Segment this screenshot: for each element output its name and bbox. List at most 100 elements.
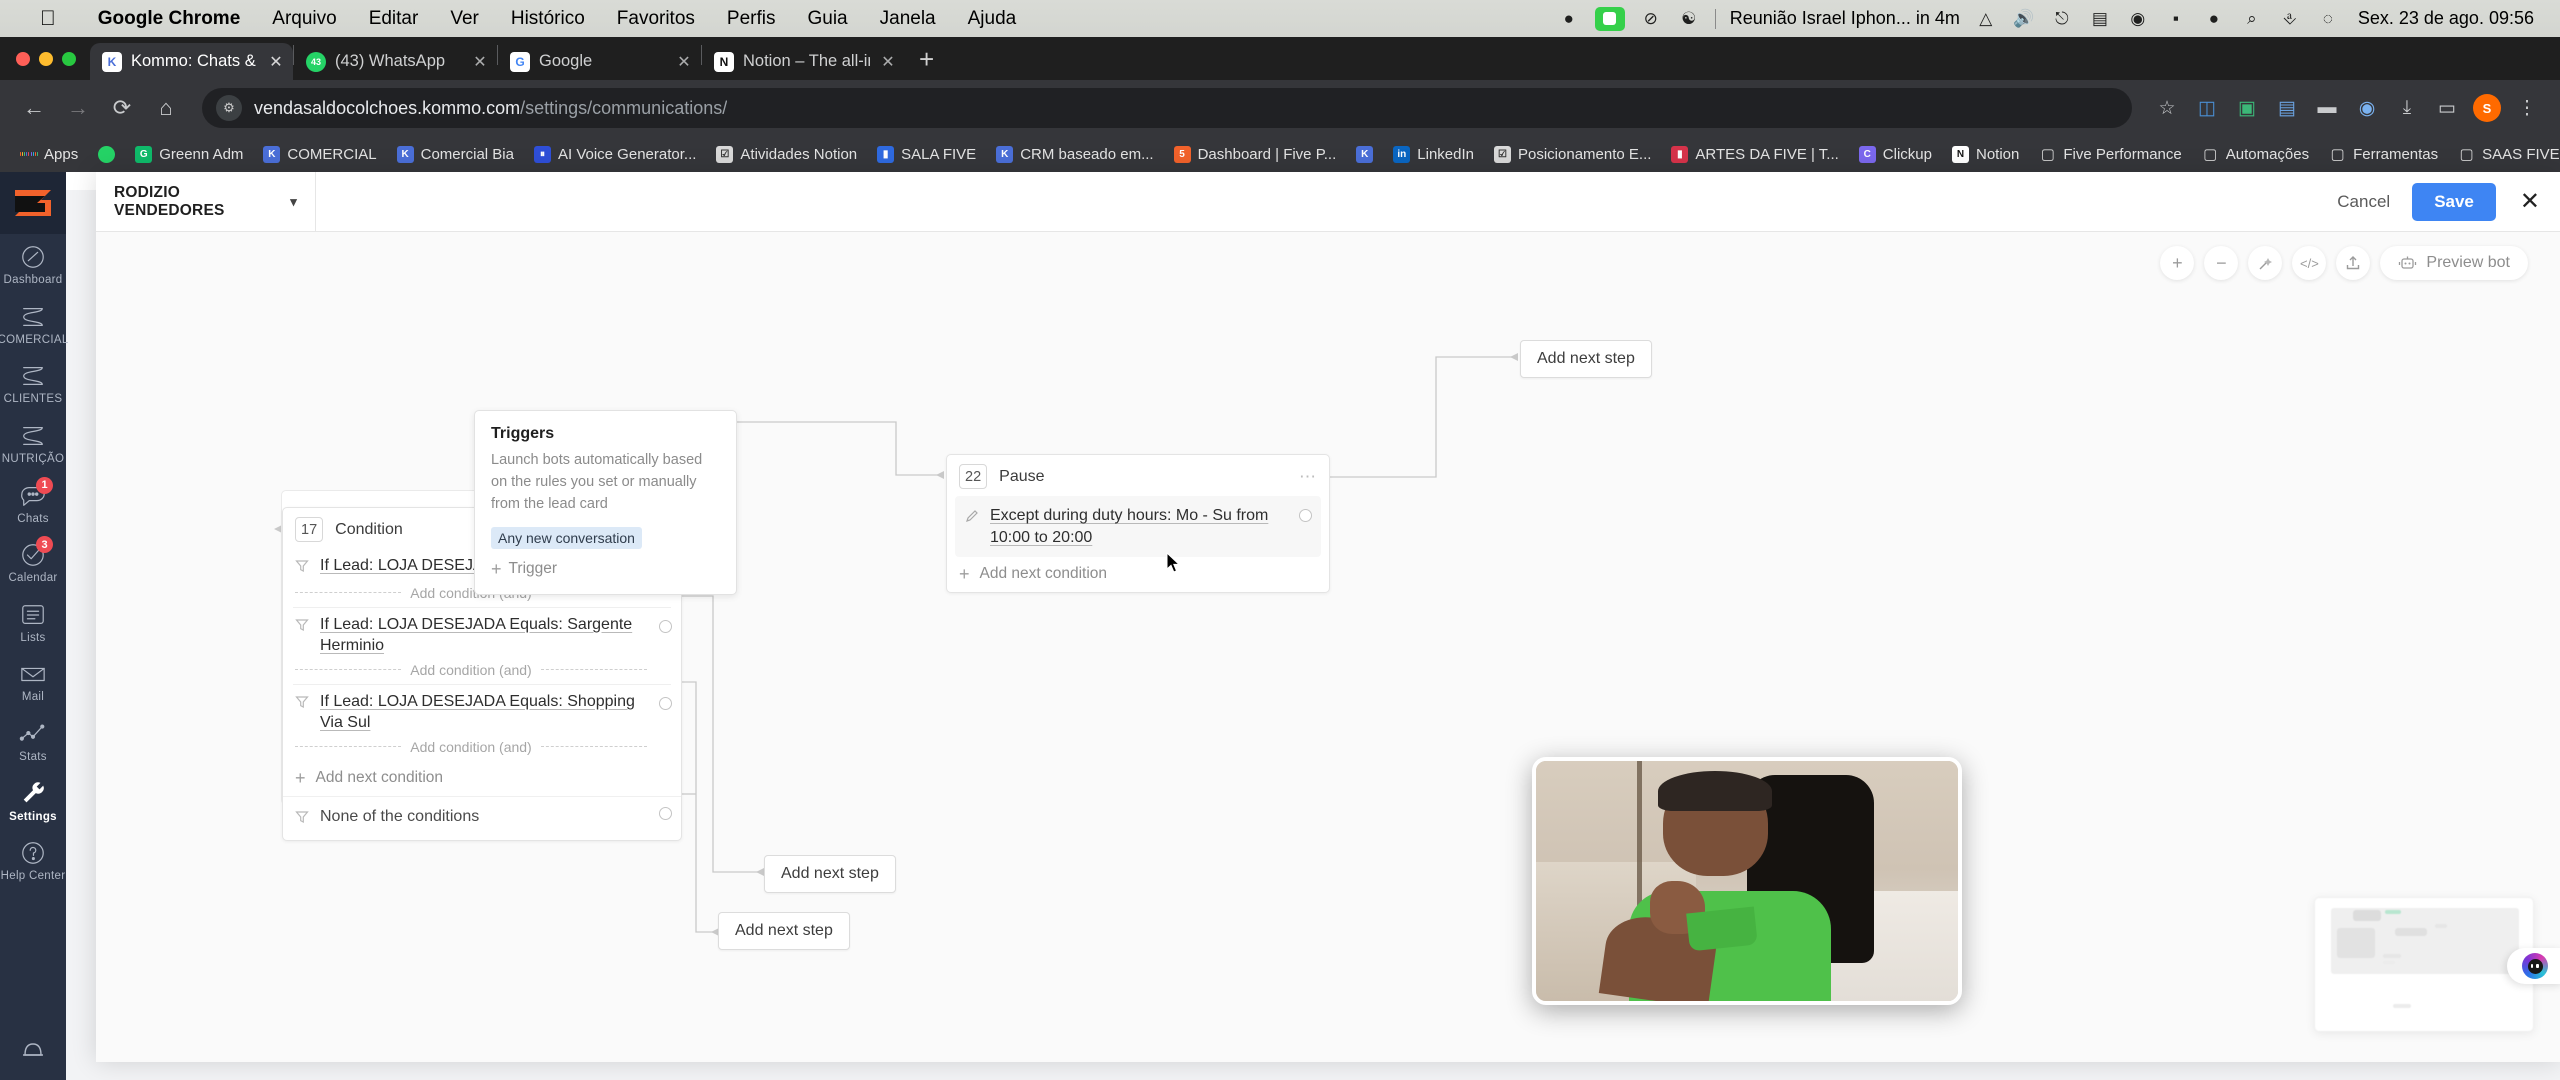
menu-item-ajuda[interactable]: Ajuda — [952, 8, 1033, 30]
zoom-in-button[interactable]: + — [2160, 246, 2195, 280]
trigger-chip-any-new-conversation[interactable]: Any new conversation — [491, 527, 642, 550]
condition-output-port[interactable] — [659, 619, 672, 633]
calendar-icon[interactable]: ▤ — [2088, 7, 2112, 31]
sidebar-item-settings[interactable]: Settings — [0, 771, 66, 831]
zoom-out-button[interactable]: − — [2204, 246, 2239, 280]
sidebar-item-mail[interactable]: Mail — [0, 651, 66, 711]
split-view-icon[interactable]: ▭ — [2428, 89, 2466, 127]
pause-add-next-condition[interactable]: + Add next condition — [947, 557, 1329, 592]
extension-gray-icon[interactable]: ▬ — [2308, 89, 2346, 127]
sidebar-item-clientes[interactable]: CLIENTES — [0, 353, 66, 413]
menu-item-arquivo[interactable]: Arquivo — [256, 8, 352, 30]
pause-output-port[interactable] — [1299, 509, 1312, 522]
bookmark-whatsapp-icon[interactable] — [88, 140, 125, 168]
code-view-button[interactable]: </> — [2292, 246, 2327, 280]
condition-output-port[interactable] — [659, 806, 672, 820]
do-not-disturb-icon[interactable]: ⊘ — [1639, 7, 1663, 31]
minimize-window-button[interactable] — [39, 51, 53, 66]
browser-tab-notion[interactable]: N Notion – The all-in-one works ✕ — [702, 43, 905, 80]
home-button[interactable]: ⌂ — [146, 88, 186, 128]
bookmark-greenn-adm[interactable]: G Greenn Adm — [125, 140, 253, 168]
save-button[interactable]: Save — [2412, 182, 2496, 221]
notification-bell-icon[interactable] — [17, 1036, 49, 1064]
extension-puzzle-icon[interactable]: ◫ — [2188, 89, 2226, 127]
bookmark-star-icon[interactable]: ☆ — [2148, 89, 2186, 127]
drive-icon[interactable]: △ — [1974, 7, 1998, 31]
tab-close-icon[interactable]: ✕ — [471, 52, 489, 72]
menu-item-guia[interactable]: Guia — [791, 8, 863, 30]
condition-row[interactable]: If Lead: LOJA DESEJADA Equals: Shopping … — [283, 685, 681, 761]
add-next-condition-button[interactable]: + Add next condition — [283, 761, 681, 796]
kommo-logo-icon[interactable] — [0, 172, 66, 234]
condition-row[interactable]: If Lead: LOJA DESEJADA Equals: Sargente … — [283, 608, 681, 684]
sidebar-item-chats[interactable]: Chats 1 — [0, 473, 66, 533]
siri-icon[interactable]: ◌ — [2316, 7, 2340, 31]
add-next-step-mid-left[interactable]: Add next step — [764, 855, 896, 893]
back-button[interactable]: ← — [14, 88, 54, 128]
cancel-button[interactable]: Cancel — [2315, 192, 2412, 212]
menu-item-editar[interactable]: Editar — [353, 8, 435, 30]
calendar-event-text[interactable]: Reunião Israel Iphon... in 4m — [1730, 8, 1960, 29]
ai-assistant-preview-widget[interactable] — [2314, 897, 2534, 1032]
site-settings-icon[interactable]: ⚙ — [216, 95, 242, 121]
kommo-extension-icon[interactable]: S — [2468, 89, 2506, 127]
pause-block-22[interactable]: 22 Pause ⋯ Except during duty hours: Mo … — [946, 454, 1330, 594]
menu-item-janela[interactable]: Janela — [864, 8, 952, 30]
tab-close-icon[interactable]: ✕ — [267, 52, 285, 72]
profile-avatar-icon[interactable]: ◉ — [2348, 89, 2386, 127]
apple-menu-icon[interactable]:  — [40, 8, 56, 29]
bookmark-linkedin[interactable]: in LinkedIn — [1383, 140, 1484, 168]
bookmark-notion[interactable]: N Notion — [1942, 140, 2029, 168]
sidebar-item-nutri-o[interactable]: NUTRIÇÃO — [0, 413, 66, 473]
stacks-icon[interactable]: ⎀ — [2278, 7, 2302, 31]
bookmark-kommo-icon[interactable]: K — [1346, 140, 1383, 168]
volume-icon[interactable]: 🔊 — [2012, 7, 2036, 31]
screen-recording-icon[interactable] — [1594, 6, 1625, 31]
bookmark-ai-voice-generator[interactable]: ⏸ AI Voice Generator... — [524, 140, 706, 168]
bookmark-saas-five[interactable]: ▢ SAAS FIVE — [2448, 140, 2560, 168]
bot-flow-canvas[interactable]: + − </> Preview bot Triggers Launch bots… — [96, 232, 2560, 1062]
sidebar-item-help-center[interactable]: Help Center — [0, 830, 66, 890]
menu-bar-clock[interactable]: Sex. 23 de ago. 09:56 — [2354, 8, 2534, 29]
wifi-icon[interactable]: ● — [2202, 7, 2226, 31]
close-window-button[interactable] — [16, 51, 30, 66]
extension-green-icon[interactable]: ▣ — [2228, 89, 2266, 127]
preview-bot-button[interactable]: Preview bot — [2380, 246, 2528, 280]
bluetooth-audio-icon[interactable]: ☯ — [1677, 7, 1701, 31]
triggers-card[interactable]: Triggers Launch bots automatically based… — [474, 410, 737, 596]
maximize-window-button[interactable] — [62, 51, 76, 66]
browser-tab-whatsapp[interactable]: 43 (43) WhatsApp ✕ — [294, 43, 497, 80]
bookmark-five-performance[interactable]: ▢ Five Performance — [2029, 140, 2191, 168]
screen-mirroring-icon[interactable]: ⎋ — [2050, 7, 2074, 31]
pencil-icon[interactable] — [965, 508, 980, 530]
bookmark-artes-da-five-t[interactable]: ▮ ARTES DA FIVE | T... — [1661, 140, 1848, 168]
bookmark-apps[interactable]: Apps — [10, 140, 88, 168]
bookmark-sala-five[interactable]: ▮ SALA FIVE — [867, 140, 986, 168]
menu-item-google-chrome[interactable]: Google Chrome — [82, 8, 257, 30]
sidebar-item-lists[interactable]: Lists — [0, 592, 66, 652]
chrome-menu-icon[interactable]: ⋮ — [2508, 89, 2546, 127]
new-tab-button[interactable]: + — [905, 44, 948, 75]
bookmark-automa-es[interactable]: ▢ Automações — [2192, 140, 2319, 168]
tab-close-icon[interactable]: ✕ — [879, 52, 897, 72]
menu-item-historico[interactable]: Histórico — [495, 8, 601, 30]
close-icon[interactable]: ✕ — [2496, 187, 2560, 216]
forward-button[interactable]: → — [58, 88, 98, 128]
sidebar-item-dashboard[interactable]: Dashboard — [0, 234, 66, 294]
address-bar[interactable]: ⚙ vendasaldocolchoes.kommo.com/settings/… — [202, 88, 2132, 128]
bookmark-ferramentas[interactable]: ▢ Ferramentas — [2319, 140, 2448, 168]
menu-item-favoritos[interactable]: Favoritos — [601, 8, 711, 30]
bookmark-comercial[interactable]: K COMERCIAL — [253, 140, 386, 168]
none-of-conditions-row[interactable]: None of the conditions — [283, 795, 681, 840]
pause-condition-row[interactable]: Except during duty hours: Mo - Su from 1… — [955, 496, 1321, 558]
browser-tab-kommo[interactable]: K Kommo: Chats & messengers ✕ — [90, 43, 293, 80]
bot-name-dropdown[interactable]: RODIZIO VENDEDORES ▾ — [96, 172, 316, 232]
add-next-step-bottom-left[interactable]: Add next step — [718, 912, 850, 950]
add-condition-and-button[interactable]: Add condition (and) — [295, 739, 648, 755]
menu-item-perfis[interactable]: Perfis — [711, 8, 792, 30]
extension-blue-icon[interactable]: ▤ — [2268, 89, 2306, 127]
reload-button[interactable]: ⟳ — [102, 88, 142, 128]
sidebar-item-comercial[interactable]: COMERCIAL — [0, 294, 68, 354]
battery-icon[interactable]: ▪ — [2164, 7, 2188, 31]
webcam-video-overlay[interactable] — [1532, 757, 1962, 1005]
